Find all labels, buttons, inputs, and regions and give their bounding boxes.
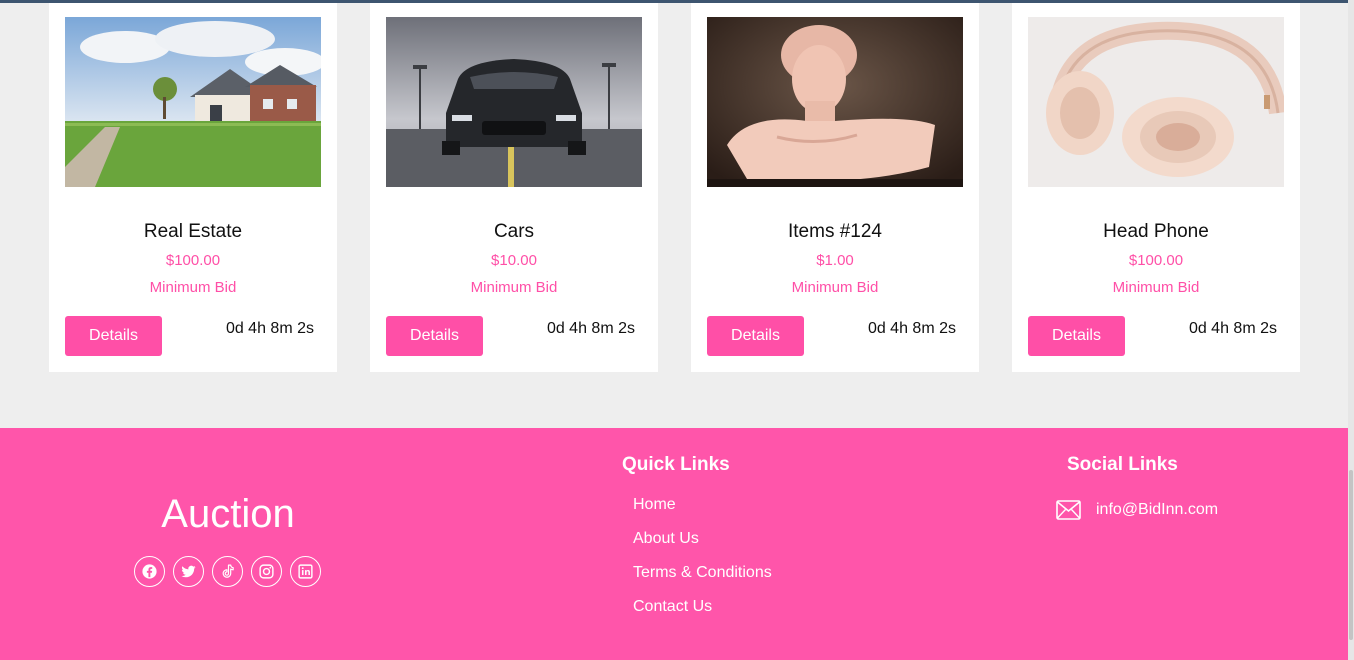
social-icons-row (134, 556, 321, 587)
footer-link-terms[interactable]: Terms & Conditions (633, 564, 772, 581)
list-item: Contact Us (633, 598, 772, 632)
product-card: Head Phone $100.00 Minimum Bid Details 0… (1012, 3, 1300, 372)
countdown-timer: 0d 4h 8m 2s (1188, 320, 1277, 337)
list-item: Home (633, 496, 772, 530)
footer-link-contact-us[interactable]: Contact Us (633, 598, 712, 615)
product-price: $100.00 (1128, 252, 1184, 269)
countdown-timer: 0d 4h 8m 2s (225, 320, 314, 337)
product-image-car[interactable] (386, 17, 642, 187)
product-image-headphones[interactable] (1028, 17, 1284, 187)
instagram-icon[interactable] (251, 556, 282, 587)
quick-links-title: Quick Links (622, 454, 730, 475)
quick-links-list: Home About Us Terms & Conditions Contact… (633, 496, 772, 632)
product-image-house[interactable] (65, 17, 321, 187)
minimum-bid-label: Minimum Bid (1112, 279, 1200, 296)
mail-icon (1056, 500, 1081, 520)
product-title: Items #124 (788, 221, 882, 242)
tiktok-icon[interactable] (212, 556, 243, 587)
details-button[interactable]: Details (707, 316, 804, 356)
site-footer: Auction Quick Links Home About Us Terms … (0, 428, 1349, 660)
minimum-bid-label: Minimum Bid (791, 279, 879, 296)
list-item: About Us (633, 530, 772, 564)
email-link[interactable]: info@BidInn.com (1056, 500, 1218, 520)
product-price: $10.00 (491, 252, 537, 269)
minimum-bid-label: Minimum Bid (149, 279, 237, 296)
product-card: Real Estate $100.00 Minimum Bid Details … (49, 3, 337, 372)
details-button[interactable]: Details (386, 316, 483, 356)
product-card: Items #124 $1.00 Minimum Bid Details 0d … (691, 3, 979, 372)
details-button[interactable]: Details (1028, 316, 1125, 356)
product-title: Cars (493, 221, 535, 242)
twitter-icon[interactable] (173, 556, 204, 587)
footer-link-home[interactable]: Home (633, 496, 676, 513)
footer-link-about-us[interactable]: About Us (633, 530, 699, 547)
list-item: Terms & Conditions (633, 564, 772, 598)
linkedin-icon[interactable] (290, 556, 321, 587)
social-links-title: Social Links (1067, 454, 1178, 475)
product-card: Cars $10.00 Minimum Bid Details 0d 4h 8m… (370, 3, 658, 372)
minimum-bid-label: Minimum Bid (470, 279, 558, 296)
product-image-bust[interactable] (707, 17, 963, 187)
product-title: Real Estate (143, 221, 243, 242)
countdown-timer: 0d 4h 8m 2s (867, 320, 956, 337)
product-title: Head Phone (1103, 221, 1209, 242)
footer-brand: Auction (161, 492, 295, 536)
product-price: $100.00 (165, 252, 221, 269)
scrollbar-thumb[interactable] (1349, 470, 1353, 640)
product-price: $1.00 (816, 252, 854, 269)
facebook-icon[interactable] (134, 556, 165, 587)
countdown-timer: 0d 4h 8m 2s (546, 320, 635, 337)
details-button[interactable]: Details (65, 316, 162, 356)
email-address: info@BidInn.com (1096, 501, 1219, 518)
